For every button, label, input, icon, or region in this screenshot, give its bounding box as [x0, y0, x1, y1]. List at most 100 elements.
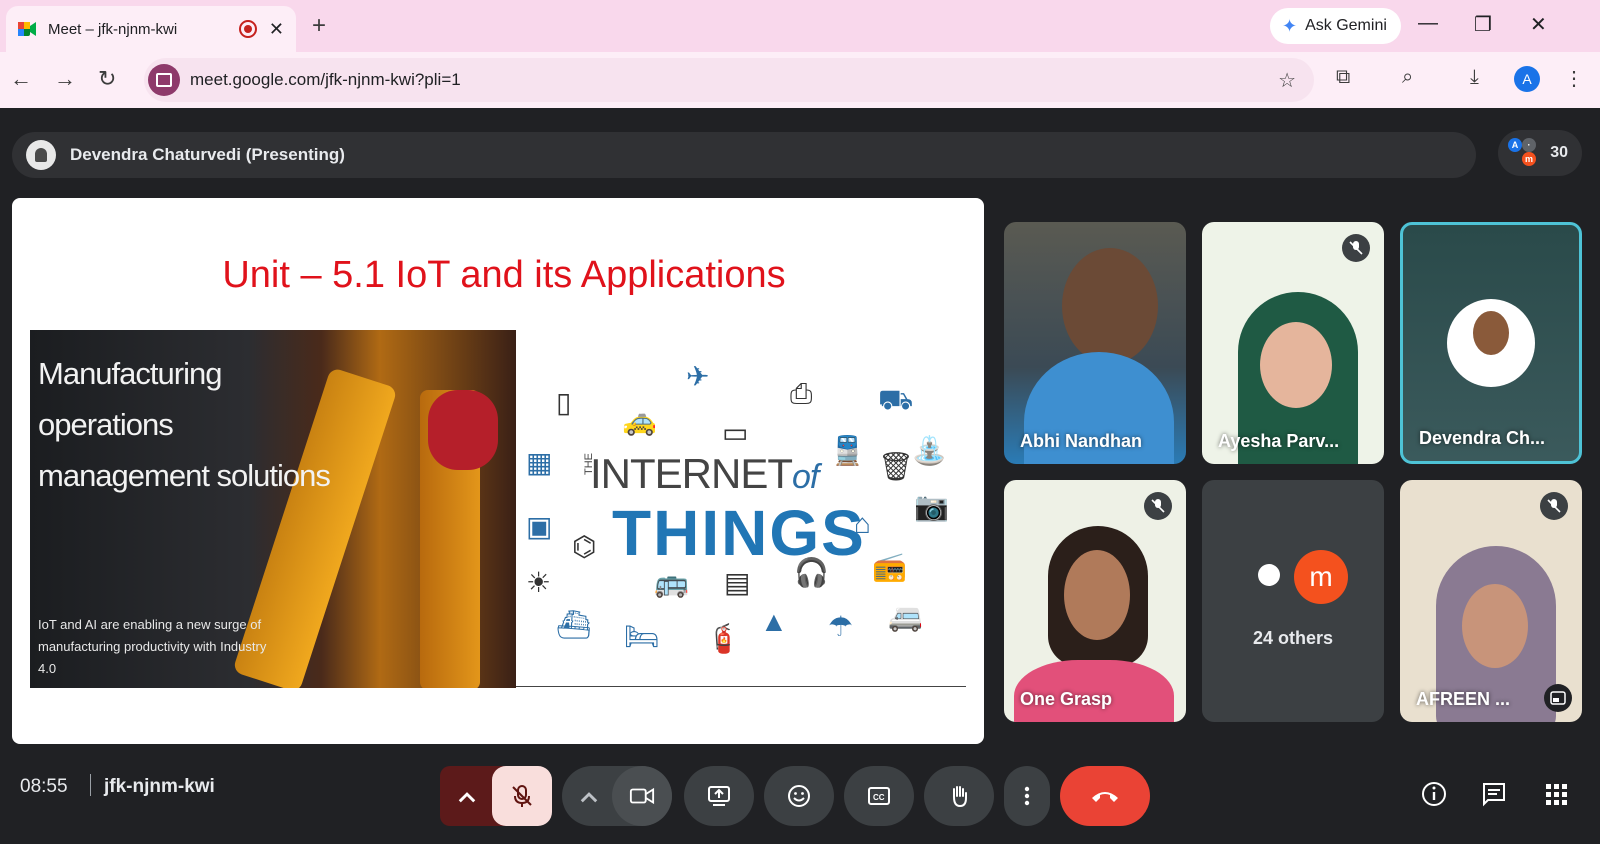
browser-toolbar: ← → ↻ meet.google.com/jfk-njnm-kwi?pli=1… [0, 52, 1600, 108]
end-call-icon [1092, 792, 1118, 802]
site-info-icon[interactable] [148, 64, 180, 96]
video-options-chevron-icon[interactable] [576, 784, 602, 815]
emoji-reactions-button[interactable] [764, 766, 834, 826]
mic-off-icon [1540, 492, 1568, 520]
rocket-icon: ▲ [760, 606, 788, 637]
participant-name: One Grasp [1020, 689, 1113, 709]
pip-icon[interactable] [1544, 684, 1572, 712]
tab-title: Meet – jfk-njnm-kwi [48, 20, 178, 38]
recording-indicator-icon [238, 20, 257, 38]
chat-icon[interactable] [1480, 780, 1508, 808]
presentation-slide: Unit – 5.1 IoT and its Applications Manu… [12, 198, 984, 744]
photo-camera-icon: 📷 [914, 491, 949, 522]
raise-hand-button[interactable] [924, 766, 994, 826]
present-screen-button[interactable] [684, 766, 754, 826]
extensions-icon[interactable]: ⧉ [1336, 66, 1350, 89]
presenter-name: Devendra Chaturvedi (Presenting) [70, 145, 345, 164]
shower-icon: ☂ [828, 611, 854, 642]
ask-gemini-button[interactable]: ✦ Ask Gemini [1270, 8, 1401, 44]
more-options-button[interactable] [1004, 766, 1050, 826]
manufacturing-image: Manufacturing operations management solu… [30, 330, 516, 688]
new-tab-button[interactable]: + [312, 12, 326, 40]
bed-icon: 🛏 [624, 621, 660, 652]
others-tile[interactable]: m 24 others [1202, 480, 1384, 722]
close-tab-icon[interactable]: ✕ [269, 19, 284, 40]
mic-off-icon [1144, 492, 1172, 520]
profile-avatar[interactable]: A [1514, 66, 1540, 92]
present-screen-icon [708, 786, 730, 806]
participant-tile[interactable]: Abhi Nandhan [1004, 222, 1186, 464]
browser-tab-strip: Meet – jfk-njnm-kwi ✕ + ✦ Ask Gemini — ❐… [0, 0, 1600, 52]
presenter-avatar [26, 140, 56, 170]
router-icon: ▭ [722, 417, 749, 448]
download-icon[interactable]: ⤓ [1470, 66, 1479, 89]
activities-grid-icon[interactable] [1542, 780, 1570, 808]
others-count-label: 24 others [1252, 628, 1334, 648]
more-menu-icon[interactable]: ⋮ [1564, 66, 1584, 91]
participant-name: Abhi Nandhan [1020, 431, 1142, 451]
slide-title: Unit – 5.1 IoT and its Applications [222, 254, 786, 296]
divider [90, 774, 91, 796]
mic-off-button[interactable] [492, 766, 552, 826]
trailer-icon: 🚐 [888, 601, 923, 632]
restore-icon[interactable]: ❐ [1474, 12, 1492, 37]
raise-hand-icon [953, 786, 967, 808]
back-icon[interactable]: ← [10, 66, 32, 92]
meeting-controls-bar: 08:55 jfk-njnm-kwi CC [0, 744, 1600, 844]
presenter-banner: Devendra Chaturvedi (Presenting) [12, 132, 1476, 178]
mic-control-group [440, 766, 552, 826]
extinguisher-icon: 🧯 [706, 623, 741, 654]
graphic-things-text: THINGS [612, 497, 866, 569]
faucet-icon: ⛲ [912, 435, 947, 466]
meeting-info-icon[interactable] [1420, 780, 1448, 808]
more-vert-icon [1024, 786, 1030, 806]
participant-tile[interactable]: AFREEN ... [1400, 480, 1582, 722]
captions-icon: CC [868, 787, 890, 805]
slide-divider [516, 686, 966, 687]
phone-icon: ▯ [556, 387, 572, 418]
trash-icon: 🗑 [878, 451, 914, 482]
minimize-icon[interactable]: — [1418, 12, 1438, 35]
car-icon: 🚕 [622, 405, 657, 436]
bookmark-star-icon[interactable]: ☆ [1278, 68, 1296, 93]
mic-off-icon [512, 785, 532, 807]
participant-tile[interactable]: Ayesha Parv... [1202, 222, 1384, 464]
building-icon: ▦ [526, 447, 553, 478]
internet-of-things-graphic: ▯ 🚕 ✈ ▭ ⎙ 🚆 ⛟ ⛲ ▦ 🗑 ▣ 📷 ⌂ ⌬ ☀ 🚌 ▤ 🎧 📻 ⛴ … [516, 330, 976, 690]
participant-mini-avatar: A [1508, 138, 1522, 152]
train-icon: 🚆 [830, 435, 865, 466]
graphic-internet-text: INTERNETof [590, 450, 819, 497]
gemini-sparkle-icon: ✦ [1282, 15, 1298, 36]
address-bar[interactable]: meet.google.com/jfk-njnm-kwi?pli=1 ☆ [144, 58, 1314, 102]
participant-name: Ayesha Parv... [1218, 431, 1340, 451]
speaker-icon: ▤ [724, 567, 751, 598]
camera-icon: ▣ [526, 511, 553, 542]
reload-icon[interactable]: ↻ [98, 66, 116, 92]
forward-icon[interactable]: → [54, 66, 76, 92]
camera-button[interactable] [612, 766, 672, 826]
browser-tab[interactable]: Meet – jfk-njnm-kwi ✕ [6, 6, 296, 52]
audio-options-chevron-icon[interactable] [454, 784, 480, 815]
participant-tile[interactable]: One Grasp [1004, 480, 1186, 722]
participant-video [1062, 248, 1158, 364]
cast-search-icon[interactable]: ⌕ [1402, 66, 1413, 89]
printer-icon: ⎙ [790, 378, 813, 409]
participant-tile-speaking[interactable]: Devendra Ch... [1400, 222, 1582, 464]
mic-off-icon [1342, 234, 1370, 262]
emoji-icon [788, 785, 810, 807]
captions-button[interactable]: CC [844, 766, 914, 826]
leave-call-button[interactable] [1060, 766, 1150, 826]
meeting-code: jfk-njnm-kwi [104, 776, 215, 797]
slide-subtext: IoT and AI are enabling a new surge of m… [38, 617, 267, 676]
ship-icon: ⛴ [556, 609, 592, 640]
camera-control-group [562, 766, 672, 826]
airplane-icon: ✈ [686, 361, 710, 392]
close-window-icon[interactable]: ✕ [1530, 12, 1547, 37]
url-text[interactable]: meet.google.com/jfk-njnm-kwi?pli=1 [190, 70, 461, 90]
lightbulb-icon: ☀ [526, 567, 552, 598]
onegrasp-logo [1258, 564, 1280, 586]
radio-icon: 📻 [872, 551, 907, 582]
participant-mini-avatar: m [1522, 152, 1536, 166]
participants-button[interactable]: A · m 30 [1498, 130, 1582, 176]
wifi-icon: ⌬ [572, 531, 597, 562]
